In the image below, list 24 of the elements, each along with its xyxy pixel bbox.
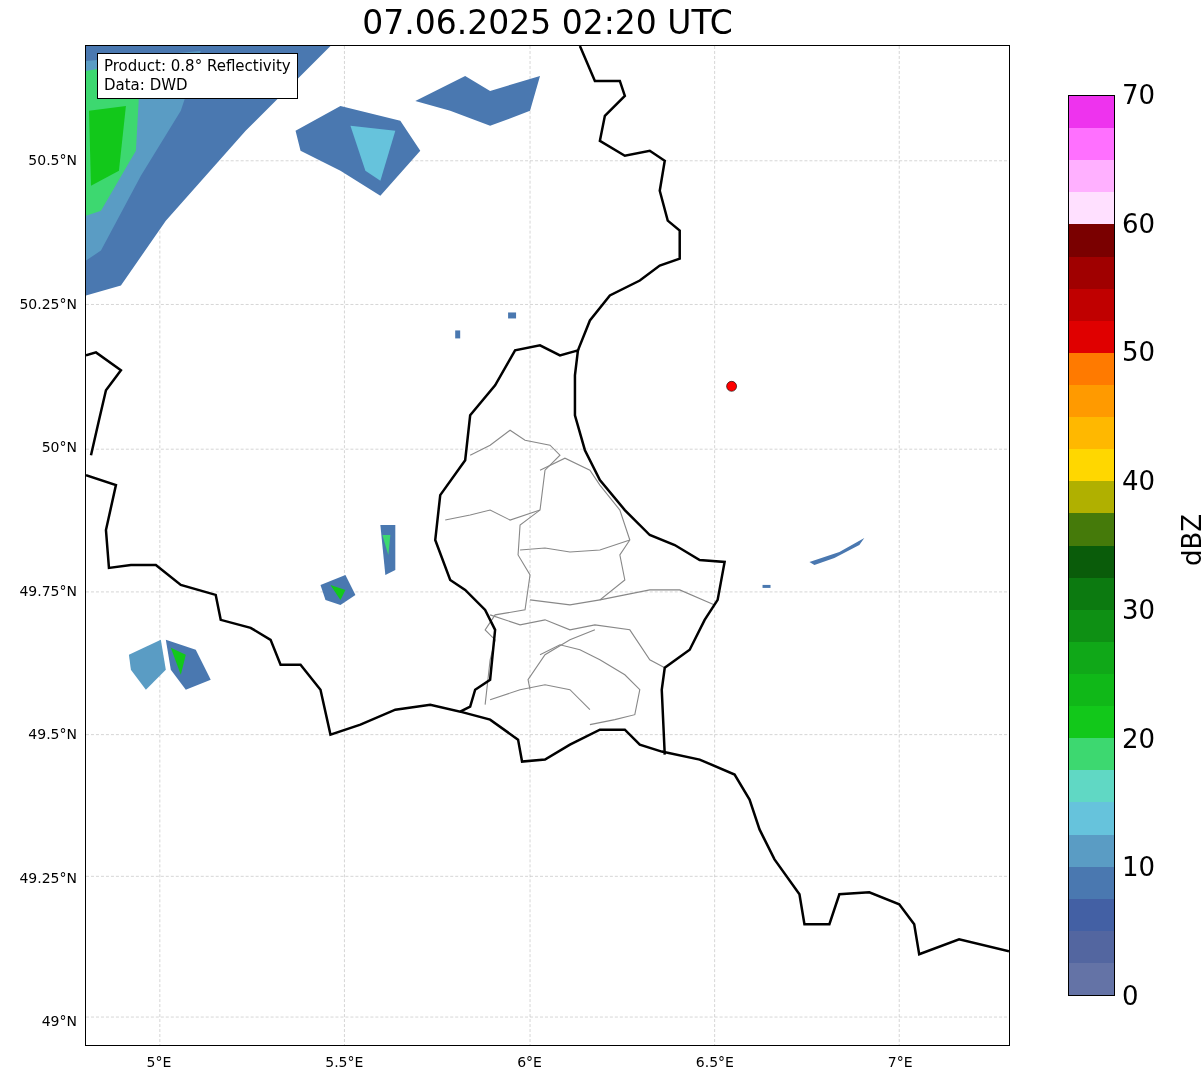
legend-text: Product: 0.8° Reflectivity [104,57,291,76]
latitude-label: 50.25°N [19,294,77,313]
colorbar-tick-label: 50 [1122,337,1156,368]
colorbar-tick-label: 0 [1122,981,1139,1011]
colorbar-tick-label: 40 [1122,466,1156,497]
latitude-label: 49.25°N [19,868,77,887]
latitude-label: 50.5°N [28,151,77,169]
latitude-label: 49.75°N [19,581,77,600]
colorbar-tick-label: 60 [1122,208,1156,239]
longitude-label: 5.5°E [325,1054,364,1070]
chart-title: 07.06.2025 02:20 UTC [362,3,733,44]
colorbar-tick-label: 10 [1122,852,1156,883]
longitude-label: 6°E [517,1054,542,1070]
latitude-label: 49.5°N [28,725,77,743]
longitude-label: 6.5°E [695,1054,734,1070]
longitude-label: 5°E [146,1054,172,1070]
latitude-label: 50°N [41,438,77,456]
colorbar-tick-label: 70 [1122,80,1156,110]
longitude-label: 7°E [887,1054,913,1070]
colorbar-tick-label: 20 [1122,723,1156,754]
colorbar-tick-label: 30 [1122,594,1156,625]
colorbar-label: dBZ [1177,513,1202,567]
legend-text: Data: DWD [104,76,189,95]
latitude-label: 49°N [41,1012,77,1030]
